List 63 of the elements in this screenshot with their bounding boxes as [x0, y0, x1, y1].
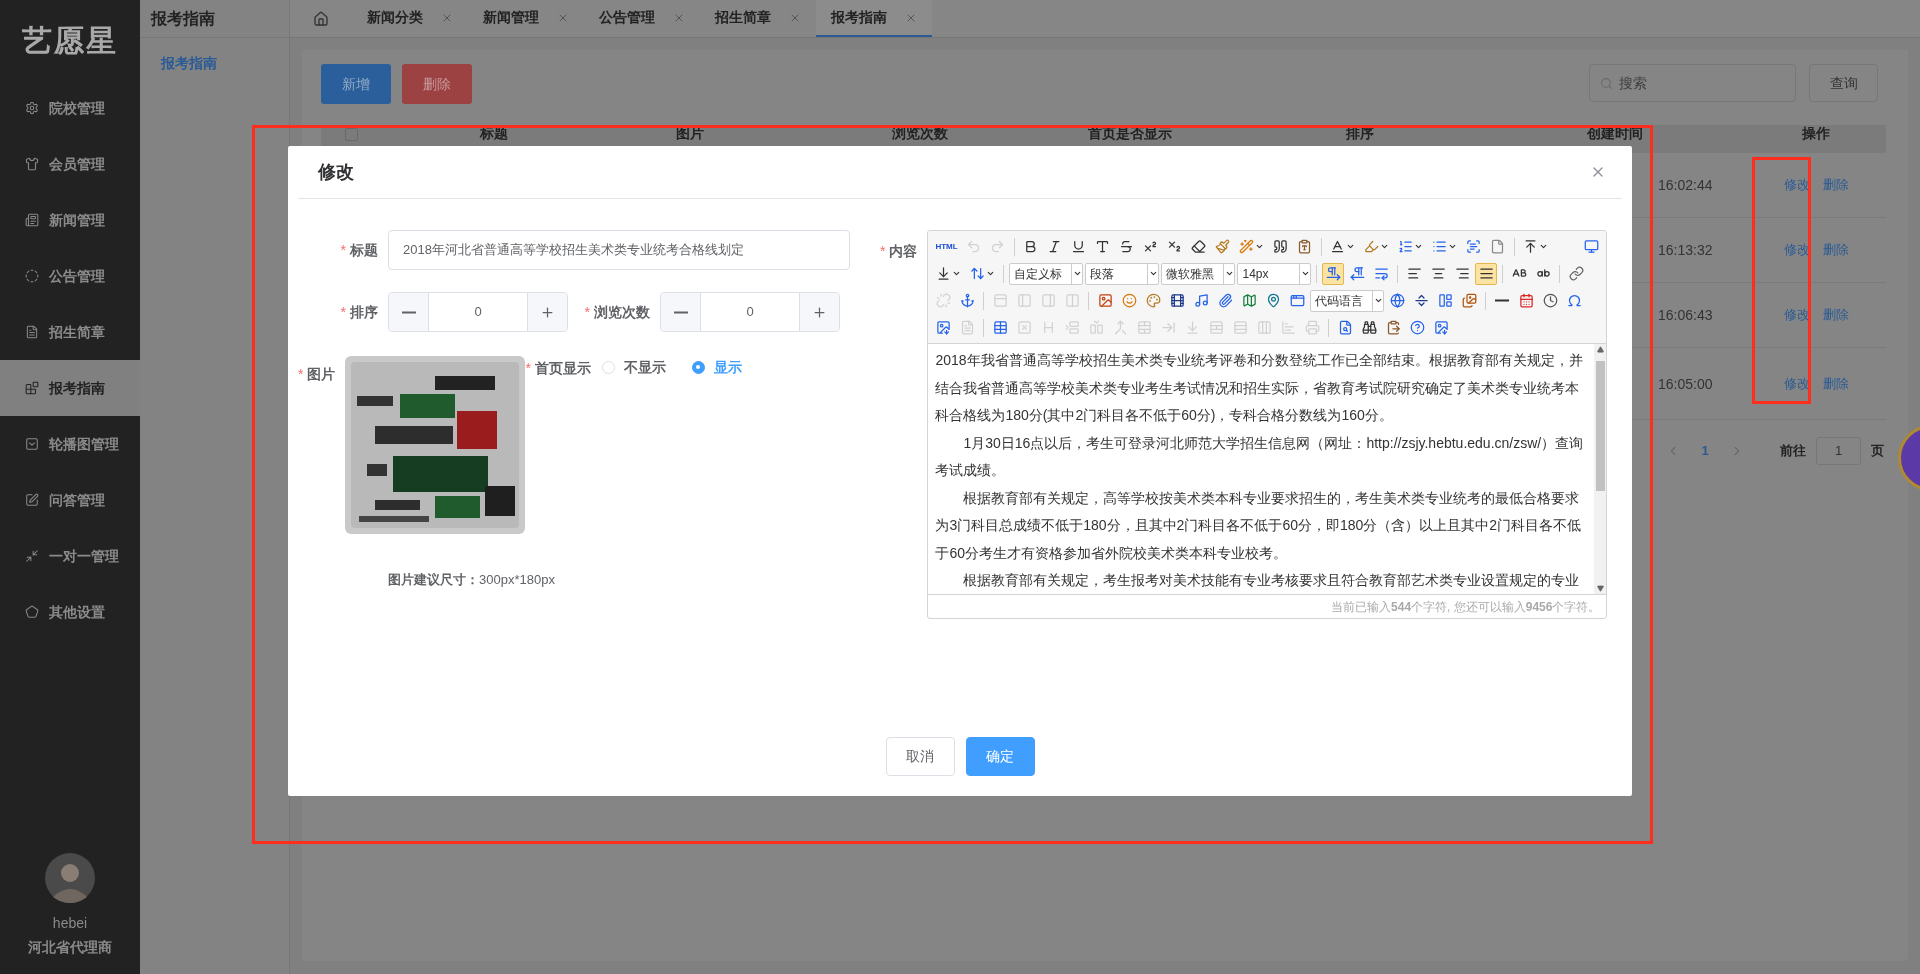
table-cell: 16:02:44: [1658, 177, 1713, 193]
tab[interactable]: 新闻分类: [352, 0, 468, 37]
paragraph: 2018年我省普通高等学校招生美术类专业统考评卷和分数登统工作已全部结束。根据教育部有关规定，并结合我省普通高等学校美术类专业考生考试情况和招生实际，省教育考试院研究确定了美术类专业统考本科合格线为180分(其中2门科目各不低于60分)，专科合格分数线为160分。: [935, 351, 1584, 425]
tab[interactable]: 新闻管理: [468, 0, 584, 37]
font-family-select[interactable]: 微软雅黑: [1161, 262, 1236, 285]
html-source-button[interactable]: HTML: [932, 235, 961, 258]
tab[interactable]: 招生简章: [700, 0, 816, 37]
heading-select[interactable]: 自定义标: [1009, 262, 1084, 285]
field-label: * 首页显示: [525, 360, 591, 376]
query-button[interactable]: 查询: [1809, 64, 1878, 102]
sidebar-item[interactable]: 新闻管理: [0, 192, 140, 248]
character-counter: 当前已输入544个字符, 您还可以输入9456个字符。: [1331, 598, 1601, 616]
tab-label: 新闻管理: [483, 8, 539, 27]
field-label: * 标题: [339, 241, 378, 260]
table-cell: 16:13:32: [1658, 242, 1713, 258]
page-suffix: 页: [1871, 442, 1884, 461]
paragraph: 根据教育部有关规定，高等学校按美术类本科专业要求招生的，考生美术类专业统考的最低合格要求为3门科目总成绩不低于180分，且其中2门科目各不低于60分，即180分（含）以上且其中2门科目各不低于60分考生才有资格参加省外院校美术类本科专业校考。: [935, 488, 1583, 563]
number-value: 0: [473, 303, 483, 322]
sidebar-item[interactable]: 院校管理: [0, 80, 140, 136]
sidebar-item[interactable]: 招生简章: [0, 304, 140, 360]
code-language-select[interactable]: 代码语言: [1310, 289, 1385, 312]
goto-label: 前往: [1780, 442, 1806, 461]
sidebar-item[interactable]: 一对一管理: [0, 528, 140, 584]
field-label: * 浏览次数: [583, 303, 650, 322]
tab[interactable]: 公告管理: [584, 0, 700, 37]
sidebar-item[interactable]: 公告管理: [0, 248, 140, 304]
column-header: 创建时间: [1587, 126, 1643, 143]
field-label: * 图片: [298, 366, 336, 382]
user-name: hebei: [52, 914, 88, 933]
tab-label: 报考指南: [831, 8, 887, 27]
sidebar-item[interactable]: 其他设置: [0, 584, 140, 640]
sidebar-item[interactable]: 轮播图管理: [0, 416, 140, 472]
paragraph: 1月30日16点以后，考生可登录河北师范大学招生信息网（网址：http://zsjy.hebtu.edu.cn/zsw/）查询考试成绩。: [935, 433, 1585, 480]
image-size-hint: 图片建议尺寸：300px*180px: [388, 572, 555, 587]
confirm-button[interactable]: 确定: [965, 737, 1035, 776]
cancel-button[interactable]: 取消: [885, 737, 955, 776]
action-button[interactable]: 删除: [402, 64, 472, 104]
field-label: * 内容: [880, 243, 918, 259]
tab-label: 公告管理: [599, 8, 655, 27]
tab-label: 新闻分类: [367, 8, 423, 27]
radio-option[interactable]: 不显示: [601, 356, 666, 378]
tab-label: 招生简章: [715, 8, 771, 27]
logo: 艺愿星: [22, 21, 118, 60]
user-role: 河北省代理商: [28, 938, 112, 957]
radio-option[interactable]: 显示: [691, 356, 742, 378]
section-title: 报考指南: [151, 8, 215, 29]
sidebar-item[interactable]: 会员管理: [0, 136, 140, 192]
goto-page-field[interactable]: 1: [1816, 437, 1861, 465]
action-button[interactable]: 新增: [321, 64, 391, 104]
table-cell: 16:06:43: [1658, 307, 1713, 323]
tab[interactable]: 报考指南: [816, 0, 932, 37]
sidebar-item[interactable]: 问答管理: [0, 472, 140, 528]
search-field[interactable]: 搜索: [1589, 64, 1796, 102]
column-header: 操作: [1802, 126, 1830, 143]
title-input[interactable]: 2018年河北省普通高等学校招生美术类专业统考合格线划定: [388, 230, 850, 270]
paragraph-format-select[interactable]: 段落: [1085, 262, 1160, 285]
table-cell: 16:05:00: [1658, 375, 1713, 392]
sidebar-item[interactable]: 报考指南: [0, 360, 140, 416]
dialog-title: 修改: [318, 160, 354, 184]
field-label: * 排序: [339, 303, 378, 322]
font-size-select[interactable]: 14px: [1237, 262, 1312, 285]
number-value: 0: [745, 303, 755, 322]
paragraph: 根据教育部有关规定，考生报考对美术技能有专业考核要求且符合教育部艺术类专业设置规定的专业: [962, 571, 1581, 590]
